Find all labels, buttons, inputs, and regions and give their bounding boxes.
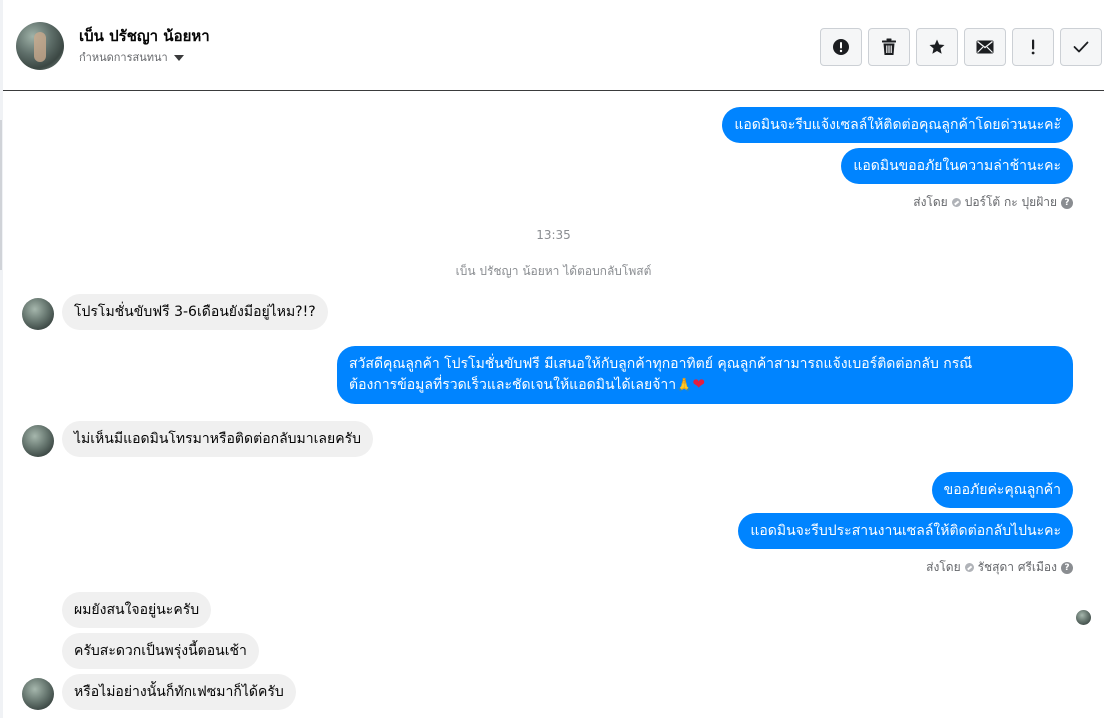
- incoming-message[interactable]: ไม่เห็นมีแอดมินโทรมาหรือติดต่อกลับมาเลยค…: [62, 421, 373, 457]
- star-button[interactable]: [916, 28, 958, 66]
- outgoing-message[interactable]: แอดมินจะรีบแจ้งเซลล์ให้ติดต่อคุณลูกค้าโด…: [722, 107, 1073, 143]
- pray-emoji-icon: 🙏: [676, 378, 693, 393]
- incoming-message[interactable]: ครับสะดวกเป็นพรุ่งนี้ตอนเช้า: [62, 633, 259, 669]
- contact-name[interactable]: เบ็น ปรัชญา น้อยหา: [79, 24, 210, 48]
- post-reply-notice: เบ็น ปรัชญา น้อยหา ได้ตอบกลับโพสต์: [455, 264, 652, 278]
- scrollbar-track[interactable]: [0, 120, 2, 270]
- caret-down-icon: [173, 54, 184, 61]
- timestamp-divider: 13:35: [536, 228, 571, 242]
- message-thread[interactable]: แอดมินจะรีบแจ้งเซลล์ให้ติดต่อคุณลูกค้าโด…: [3, 92, 1104, 718]
- checkmark-icon: [1073, 41, 1089, 53]
- sent-by-name[interactable]: ปอร์โต้ กะ ปุยฝ้าย: [965, 193, 1057, 212]
- message-line-text: ต้องการข้อมูลที่รวดเร็วและชัดเจนให้แอดมิ…: [349, 377, 677, 393]
- contact-avatar-small[interactable]: [22, 678, 54, 710]
- incoming-message[interactable]: โปรโมชั่นขับฟรี 3-6เดือนยังมีอยู่ไหม?!?: [62, 294, 328, 330]
- conversation-header: เบ็น ปรัชญา น้อยหา กำหนดการสนทนา: [3, 0, 1104, 91]
- mark-unread-button[interactable]: [964, 28, 1006, 66]
- exclamation-icon: [1031, 39, 1035, 55]
- incoming-message[interactable]: ผมยังสนใจอยู่นะครับ: [62, 592, 212, 628]
- sent-by-info: ส่งโดย ปอร์โต้ กะ ปุยฝ้าย ?: [913, 193, 1073, 212]
- help-icon[interactable]: ?: [1061, 561, 1073, 574]
- outgoing-message[interactable]: แอดมินจะรีบประสานงานเซลล์ให้ติดต่อกลับไป…: [738, 513, 1073, 549]
- envelope-icon: [976, 40, 994, 54]
- report-spam-button[interactable]: [820, 28, 862, 66]
- outgoing-message[interactable]: สวัสดีคุณลูกค้า โปรโมชั่นขับฟรี มีเสนอให…: [337, 346, 1073, 404]
- message-line: สวัสดีคุณลูกค้า โปรโมชั่นขับฟรี มีเสนอให…: [349, 356, 973, 372]
- header-actions: [820, 28, 1102, 66]
- outgoing-message[interactable]: แอดมินขออภัยในความล่าช้านะคะ: [841, 148, 1073, 184]
- outgoing-message[interactable]: ขออภัยค่ะคุณลูกค้า: [931, 472, 1073, 508]
- help-icon[interactable]: ?: [1061, 196, 1073, 209]
- delete-button[interactable]: [868, 28, 910, 66]
- message-line-2: ต้องการข้อมูลที่รวดเร็วและชัดเจนให้แอดมิ…: [349, 374, 1061, 396]
- trash-icon: [882, 38, 896, 55]
- heart-emoji-icon: ❤: [692, 375, 705, 393]
- sent-by-prefix: ส่งโดย: [926, 560, 961, 574]
- verified-icon: [964, 563, 974, 572]
- mark-done-button[interactable]: [1060, 28, 1102, 66]
- contact-avatar[interactable]: [16, 22, 64, 70]
- seen-indicator-avatar: [1076, 610, 1091, 625]
- sent-by-info: ส่งโดย รัชสุดา ศรีเมือง ?: [926, 558, 1073, 577]
- assign-conversation-dropdown[interactable]: กำหนดการสนทนา: [79, 48, 184, 66]
- sent-by-prefix: ส่งโดย: [913, 195, 948, 209]
- contact-avatar-small[interactable]: [22, 425, 54, 457]
- verified-icon: [951, 198, 961, 207]
- star-icon: [929, 39, 945, 54]
- follow-up-button[interactable]: [1012, 28, 1054, 66]
- incoming-message[interactable]: หรือไม่อย่างนั้นก็ทักเฟซมาก็ได้ครับ: [62, 674, 296, 710]
- exclamation-circle-icon: [833, 39, 849, 55]
- contact-avatar-small[interactable]: [22, 298, 54, 330]
- assign-conversation-label: กำหนดการสนทนา: [79, 51, 168, 64]
- sent-by-name[interactable]: รัชสุดา ศรีเมือง: [978, 558, 1057, 577]
